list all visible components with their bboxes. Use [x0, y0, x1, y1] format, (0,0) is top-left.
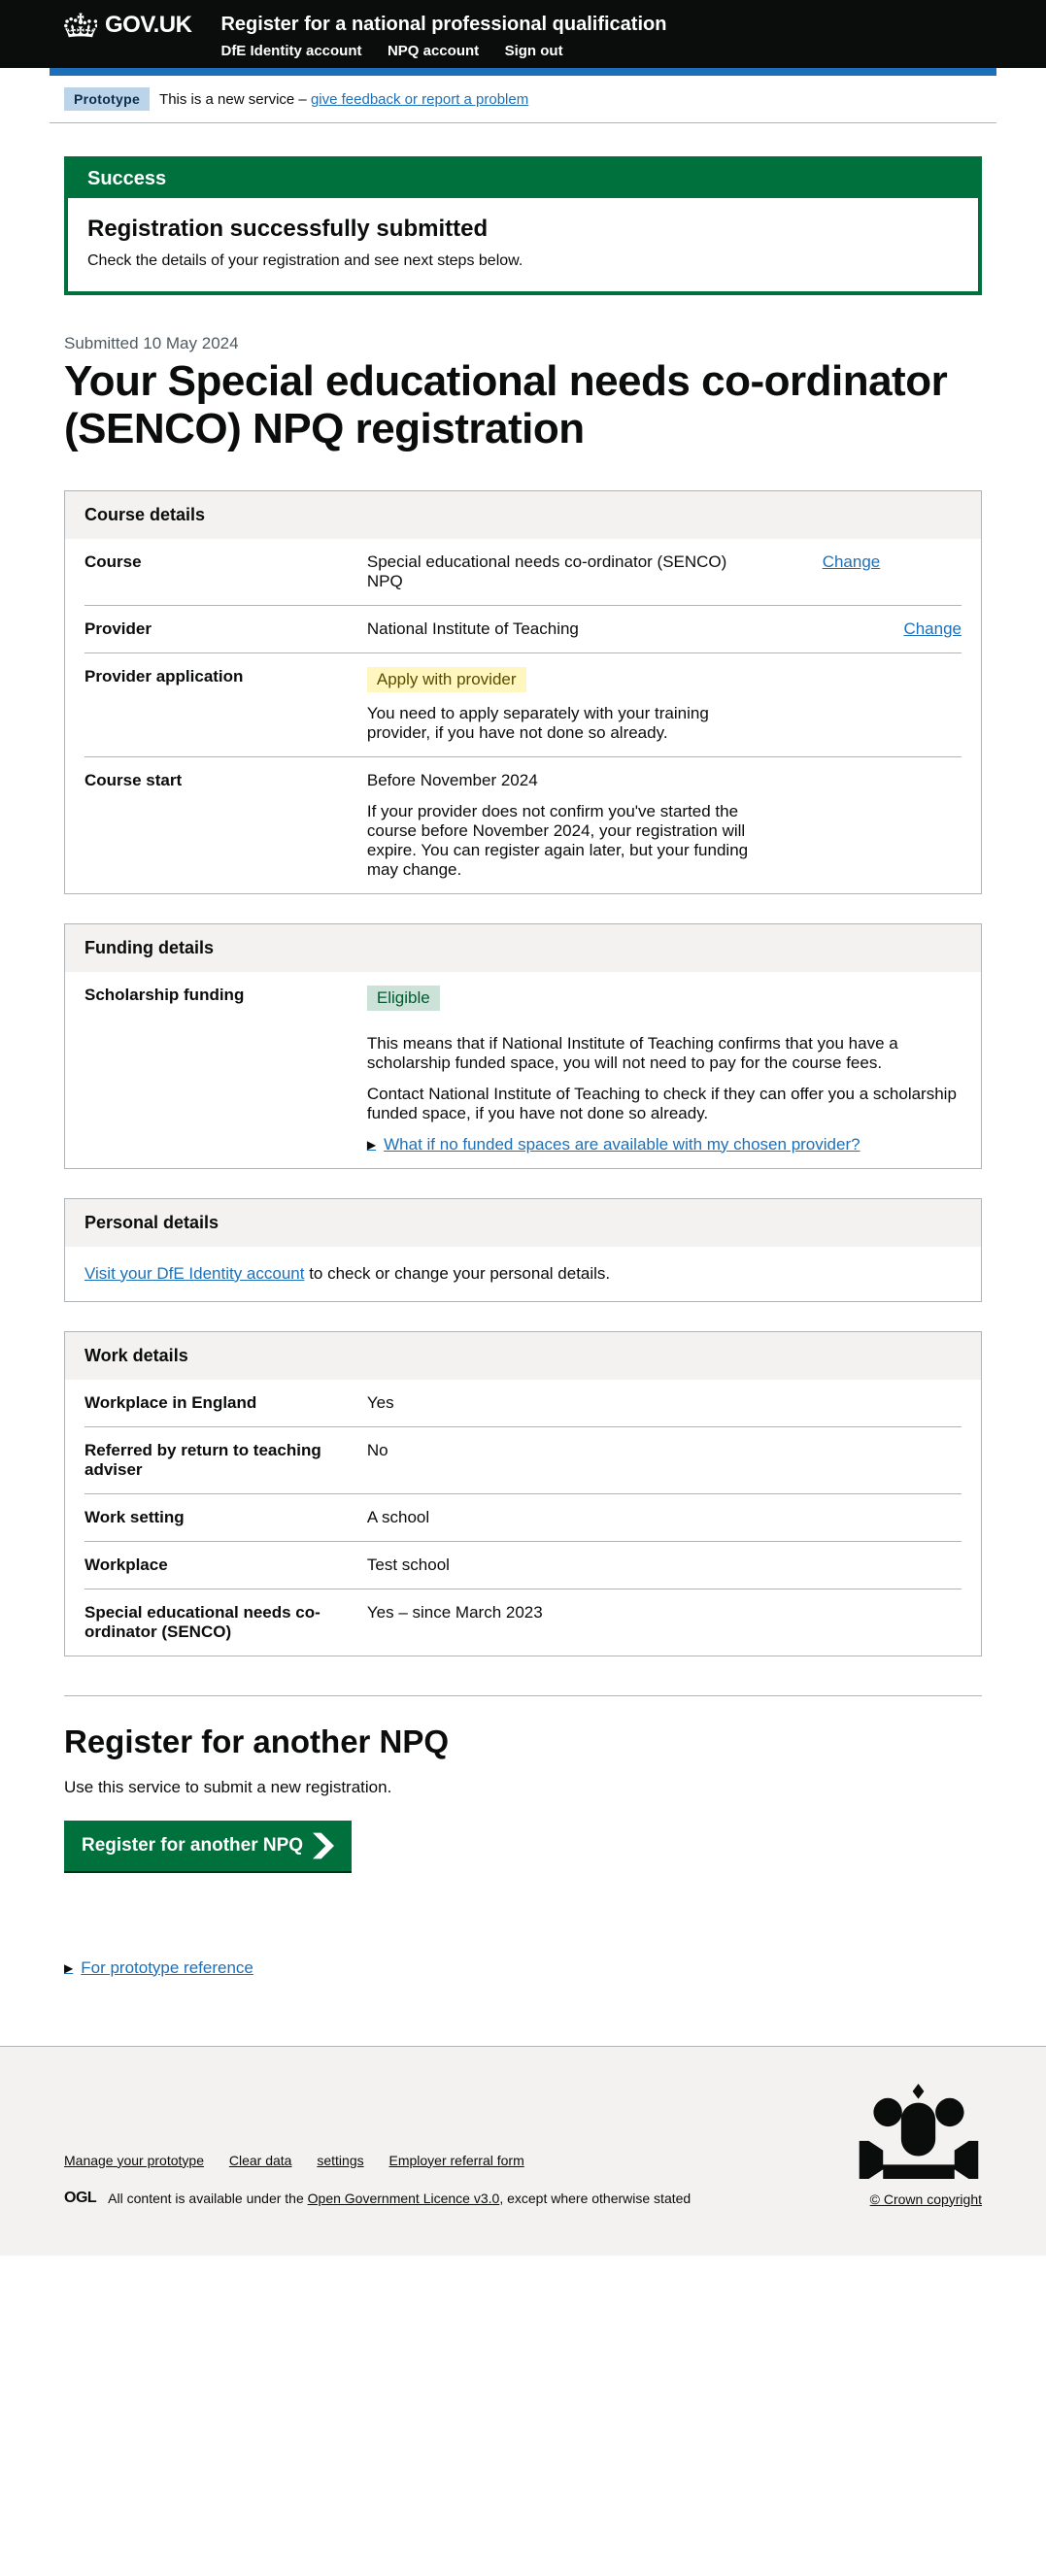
key-provider-app: Provider application	[84, 667, 348, 743]
row-provider-application: Provider application Apply with provider…	[84, 653, 962, 757]
key-referred: Referred by return to teaching adviser	[84, 1441, 348, 1480]
prototype-reference-summary: For prototype reference	[64, 1958, 982, 1978]
govuk-logo[interactable]: GOV.UK	[64, 12, 191, 39]
key-setting: Work setting	[84, 1508, 348, 1527]
success-tag: Success	[68, 160, 978, 198]
register-another-body: Use this service to submit a new registr…	[64, 1778, 982, 1797]
service-name[interactable]: Register for a national professional qua…	[220, 12, 982, 37]
row-work-setting: Work setting A school	[84, 1494, 962, 1542]
val-referred: No	[367, 1441, 962, 1480]
key-provider: Provider	[84, 619, 348, 639]
crown-icon	[64, 12, 97, 39]
success-heading: Registration successfully submitted	[87, 216, 959, 243]
key-workplace: Workplace	[84, 1556, 348, 1575]
val-workplace: Test school	[367, 1556, 962, 1575]
register-another-button[interactable]: Register for another NPQ	[64, 1821, 352, 1871]
logotype-text: GOV.UK	[105, 12, 191, 39]
nav-sign-out[interactable]: Sign out	[505, 43, 563, 59]
personal-after: to check or change your personal details…	[304, 1264, 610, 1283]
success-notification: Success Registration successfully submit…	[64, 156, 982, 295]
header-nav: DfE Identity account NPQ account Sign ou…	[220, 43, 982, 60]
key-course-start: Course start	[84, 771, 348, 880]
section-break	[64, 1695, 982, 1696]
key-scholarship: Scholarship funding	[84, 986, 348, 1154]
phase-text: This is a new service – give feedback or…	[159, 91, 528, 108]
crown-copyright-link[interactable]: © Crown copyright	[870, 2191, 982, 2207]
footer-employer-referral[interactable]: Employer referral form	[389, 2153, 524, 2168]
page-title: Your Special educational needs co-ordina…	[64, 357, 982, 453]
ogl-link[interactable]: Open Government Licence v3.0	[308, 2191, 500, 2206]
card-funding-details: Funding details Scholarship funding Elig…	[64, 923, 982, 1169]
val-senco: Yes – since March 2023	[367, 1603, 962, 1642]
row-course: Course Special educational needs co-ordi…	[84, 539, 962, 606]
success-body: Check the details of your registration a…	[87, 252, 959, 270]
row-workplace: Workplace Test school	[84, 1542, 962, 1589]
key-course: Course	[84, 552, 348, 591]
licence-text: All content is available under the Open …	[108, 2191, 691, 2206]
card-title-course: Course details	[65, 491, 981, 539]
val-course-start-a: Before November 2024	[367, 771, 775, 790]
row-scholarship: Scholarship funding Eligible This means …	[84, 972, 962, 1168]
phase-banner: Prototype This is a new service – give f…	[50, 76, 996, 123]
nav-dfe-identity[interactable]: DfE Identity account	[220, 43, 361, 59]
funding-p1: This means that if National Institute of…	[367, 1034, 962, 1073]
phase-tag: Prototype	[64, 87, 150, 111]
card-title-work: Work details	[65, 1332, 981, 1380]
dfe-identity-link[interactable]: Visit your DfE Identity account	[84, 1264, 304, 1283]
card-title-funding: Funding details	[65, 924, 981, 972]
funding-details-summary: What if no funded spaces are available w…	[367, 1135, 962, 1154]
row-senco: Special educational needs co-ordinator (…	[84, 1589, 962, 1656]
change-provider-link[interactable]: Change	[903, 619, 962, 638]
tag-apply-with-provider: Apply with provider	[367, 667, 526, 692]
submitted-date: Submitted 10 May 2024	[64, 334, 982, 353]
val-wp-england: Yes	[367, 1393, 962, 1413]
header-border	[50, 68, 996, 76]
chevron-right-icon	[313, 1831, 334, 1860]
row-course-start: Course start Before November 2024 If you…	[84, 757, 962, 893]
site-header: GOV.UK Register for a national professio…	[0, 0, 1046, 68]
footer-clear-data[interactable]: Clear data	[229, 2153, 292, 2168]
royal-arms-icon	[856, 2084, 982, 2181]
nav-npq-account[interactable]: NPQ account	[388, 43, 479, 59]
key-senco: Special educational needs co-ordinator (…	[84, 1603, 348, 1642]
tag-eligible: Eligible	[367, 986, 440, 1011]
val-course: Special educational needs co-ordinator (…	[367, 552, 756, 591]
feedback-link[interactable]: give feedback or report a problem	[311, 91, 528, 108]
funding-details-disclosure[interactable]: What if no funded spaces are available w…	[367, 1135, 962, 1154]
funding-p2: Contact National Institute of Teaching t…	[367, 1085, 962, 1123]
row-provider: Provider National Institute of Teaching …	[84, 606, 962, 653]
change-course-link[interactable]: Change	[823, 552, 881, 571]
prototype-reference-disclosure[interactable]: For prototype reference	[64, 1958, 982, 1978]
row-referred: Referred by return to teaching adviser N…	[84, 1427, 962, 1494]
card-course-details: Course details Course Special educationa…	[64, 490, 982, 894]
site-footer: Manage your prototype Clear data setting…	[0, 2046, 1046, 2256]
row-workplace-england: Workplace in England Yes	[84, 1380, 962, 1427]
footer-settings[interactable]: settings	[317, 2153, 363, 2168]
register-another-heading: Register for another NPQ	[64, 1723, 982, 1760]
footer-manage-prototype[interactable]: Manage your prototype	[64, 2153, 204, 2168]
ogl-icon: OGL	[64, 2190, 96, 2207]
card-work-details: Work details Workplace in England Yes Re…	[64, 1331, 982, 1656]
key-wp-england: Workplace in England	[84, 1393, 348, 1413]
val-provider: National Institute of Teaching	[367, 619, 837, 639]
val-setting: A school	[367, 1508, 962, 1527]
card-personal-details: Personal details Visit your DfE Identity…	[64, 1198, 982, 1302]
val-course-start-b: If your provider does not confirm you've…	[367, 802, 775, 880]
val-provider-app: You need to apply separately with your t…	[367, 704, 756, 743]
card-title-personal: Personal details	[65, 1199, 981, 1247]
